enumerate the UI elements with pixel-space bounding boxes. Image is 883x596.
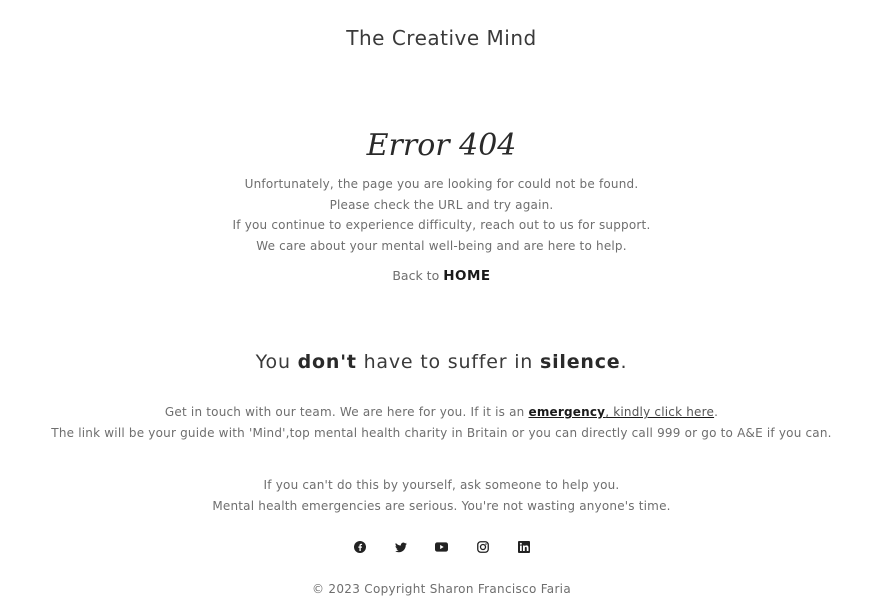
emergency-link[interactable]: emergency, kindly click here — [529, 405, 715, 419]
emergency-link-rest: , kindly click here — [605, 405, 715, 419]
error-line: We care about your mental well-being and… — [256, 238, 627, 253]
error-message: Unfortunately, the page you are looking … — [0, 174, 883, 256]
contact-line-2: The link will be your guide with 'Mind',… — [51, 425, 832, 440]
help-line: If you can't do this by yourself, ask so… — [263, 478, 620, 492]
site-title[interactable]: The Creative Mind — [0, 26, 883, 50]
tagline-part: You — [255, 351, 291, 373]
help-text: If you can't do this by yourself, ask so… — [0, 475, 883, 516]
tagline: You don't have to suffer in silence. — [0, 351, 883, 373]
error-title: Error 404 — [366, 128, 517, 163]
home-link[interactable]: HOME — [443, 268, 490, 284]
tagline-part: have to suffer in — [363, 351, 534, 373]
contact-prefix: Get in touch with our team. We are here … — [164, 405, 525, 419]
instagram-icon[interactable] — [474, 538, 492, 556]
copyright: © 2023 Copyright Sharon Francisco Faria — [312, 582, 571, 596]
error-line: Please check the URL and try again. — [329, 197, 554, 212]
error-line: If you continue to experience difficulty… — [232, 218, 651, 232]
youtube-icon[interactable] — [433, 538, 451, 556]
back-prefix: Back to — [392, 268, 440, 283]
tagline-emphasis: don't — [297, 351, 357, 373]
emergency-link-emphasis: emergency — [528, 405, 606, 419]
linkedin-icon[interactable] — [515, 538, 533, 556]
error-line: Unfortunately, the page you are looking … — [244, 177, 639, 191]
help-line: Mental health emergencies are serious. Y… — [212, 498, 671, 513]
contact-text: Get in touch with our team. We are here … — [0, 402, 883, 443]
social-links — [0, 538, 883, 556]
contact-suffix: . — [714, 405, 719, 419]
tagline-emphasis: silence — [540, 351, 621, 373]
back-to-home: Back to HOME — [0, 268, 883, 284]
contact-line: Get in touch with our team. We are here … — [0, 402, 883, 423]
tagline-period: . — [620, 351, 628, 373]
twitter-icon[interactable] — [392, 538, 410, 556]
facebook-icon[interactable] — [351, 538, 369, 556]
